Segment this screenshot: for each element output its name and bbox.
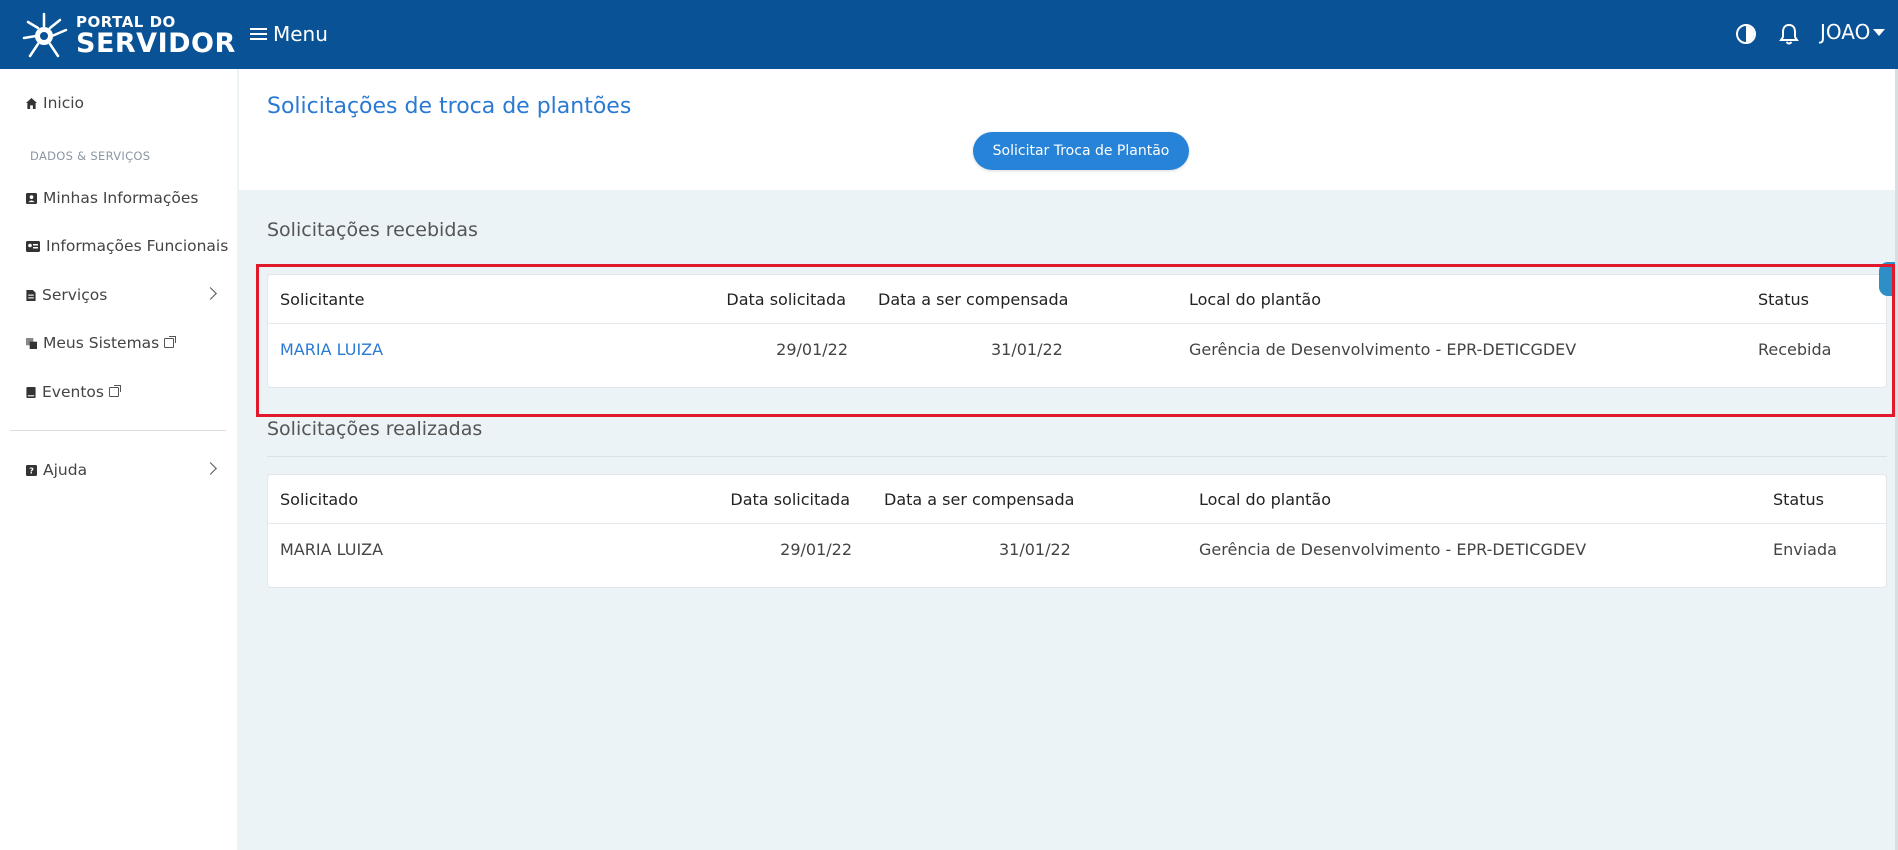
- sidebar-item-label: Minhas Informações: [43, 189, 199, 207]
- sidebar-item-label: Eventos: [42, 383, 104, 401]
- request-swap-button[interactable]: Solicitar Troca de Plantão: [973, 132, 1189, 170]
- external-link-icon: [108, 385, 121, 397]
- made-section-title: Solicitações realizadas: [267, 418, 483, 440]
- page-header-panel: [239, 69, 1898, 190]
- document-icon: [26, 289, 36, 301]
- sidebar-item-label: Informações Funcionais: [46, 237, 229, 255]
- shift-location: Gerência de Desenvolvimento - EPR-DETICG…: [1189, 340, 1577, 359]
- column-header: Status: [1773, 490, 1824, 509]
- compensated-date: 31/01/22: [999, 540, 1071, 559]
- section-divider: [267, 456, 1887, 457]
- caret-down-icon: [1873, 28, 1886, 36]
- portal-logo[interactable]: PORTAL DO SERVIDOR: [18, 10, 238, 60]
- external-link-icon: [164, 336, 177, 348]
- column-header: Solicitado: [280, 490, 359, 509]
- received-requests-table: Solicitante Data solicitada Data a ser c…: [267, 274, 1887, 388]
- sidebar-item-minhas-informacoes[interactable]: Minhas Informações: [26, 186, 198, 210]
- column-header: Data solicitada: [726, 290, 846, 309]
- logo-line-2: SERVIDOR: [76, 28, 236, 59]
- chevron-right-icon[interactable]: [204, 462, 217, 475]
- sidebar: Inicio DADOS & SERVIÇOS Minhas Informaçõ…: [0, 69, 237, 850]
- sidebar-item-label: Inicio: [43, 94, 85, 112]
- sidebar-item-label: Serviços: [42, 286, 108, 304]
- shift-location: Gerência de Desenvolvimento - EPR-DETICG…: [1199, 540, 1587, 559]
- home-icon: [26, 97, 37, 109]
- sidebar-section-label: DADOS & SERVIÇOS: [30, 149, 151, 163]
- requester-link[interactable]: MARIA LUIZA: [280, 325, 383, 374]
- status-text: Recebida: [1758, 340, 1832, 359]
- help-icon: ?: [26, 464, 37, 476]
- sidebar-item-label: Meus Sistemas: [43, 334, 160, 352]
- column-header: Local do plantão: [1189, 290, 1321, 309]
- table-row: MARIA LUIZA 29/01/22 31/01/22 Gerência d…: [268, 525, 1886, 574]
- received-section-title: Solicitações recebidas: [267, 219, 478, 241]
- sidebar-item-informacoes-funcionais[interactable]: Informações Funcionais: [26, 234, 228, 258]
- compensated-date: 31/01/22: [991, 340, 1063, 359]
- status-text: Enviada: [1773, 540, 1837, 559]
- column-header: Status: [1758, 290, 1809, 309]
- column-header: Local do plantão: [1199, 490, 1331, 509]
- hamburger-icon: [250, 25, 267, 43]
- sidebar-item-inicio[interactable]: Inicio: [26, 91, 84, 115]
- menu-label: Menu: [273, 22, 328, 46]
- sidebar-item-meus-sistemas[interactable]: Meus Sistemas: [26, 331, 177, 355]
- sidebar-item-label: Ajuda: [43, 461, 88, 479]
- bell-icon[interactable]: [1778, 22, 1800, 46]
- requested-date: 29/01/22: [780, 540, 852, 559]
- chevron-right-icon[interactable]: [204, 287, 217, 300]
- table-row: MARIA LUIZA 29/01/22 31/01/22 Gerência d…: [268, 325, 1886, 374]
- made-requests-table: Solicitado Data solicitada Data a ser co…: [267, 474, 1887, 588]
- user-name: JOAO: [1820, 20, 1871, 44]
- top-navbar: PORTAL DO SERVIDOR Menu JOAO: [0, 0, 1898, 69]
- table-header-row: Solicitado Data solicitada Data a ser co…: [268, 475, 1886, 524]
- portal-logo-icon: [22, 12, 68, 58]
- svg-text:?: ?: [29, 465, 34, 475]
- contact-card-icon: [26, 192, 37, 204]
- copy-icon: [26, 337, 37, 349]
- page-title: Solicitações de troca de plantões: [267, 94, 632, 119]
- book-icon: [26, 386, 36, 398]
- sidebar-item-ajuda[interactable]: ? Ajuda: [26, 458, 87, 482]
- id-card-icon: [26, 240, 40, 252]
- contrast-toggle-icon[interactable]: [1736, 24, 1756, 44]
- menu-toggle-button[interactable]: Menu: [250, 20, 328, 48]
- requested-person: MARIA LUIZA: [280, 540, 384, 559]
- column-header: Data solicitada: [730, 490, 850, 509]
- requested-date: 29/01/22: [776, 340, 848, 359]
- table-header-row: Solicitante Data solicitada Data a ser c…: [268, 275, 1886, 324]
- sidebar-item-eventos[interactable]: Eventos: [26, 380, 121, 404]
- user-menu[interactable]: JOAO: [1820, 20, 1886, 44]
- sidebar-divider: [10, 430, 226, 431]
- column-header: Data a ser compensada: [884, 490, 1075, 509]
- sidebar-item-servicos[interactable]: Serviços: [26, 283, 107, 307]
- column-header: Data a ser compensada: [878, 290, 1069, 309]
- column-header: Solicitante: [280, 290, 365, 309]
